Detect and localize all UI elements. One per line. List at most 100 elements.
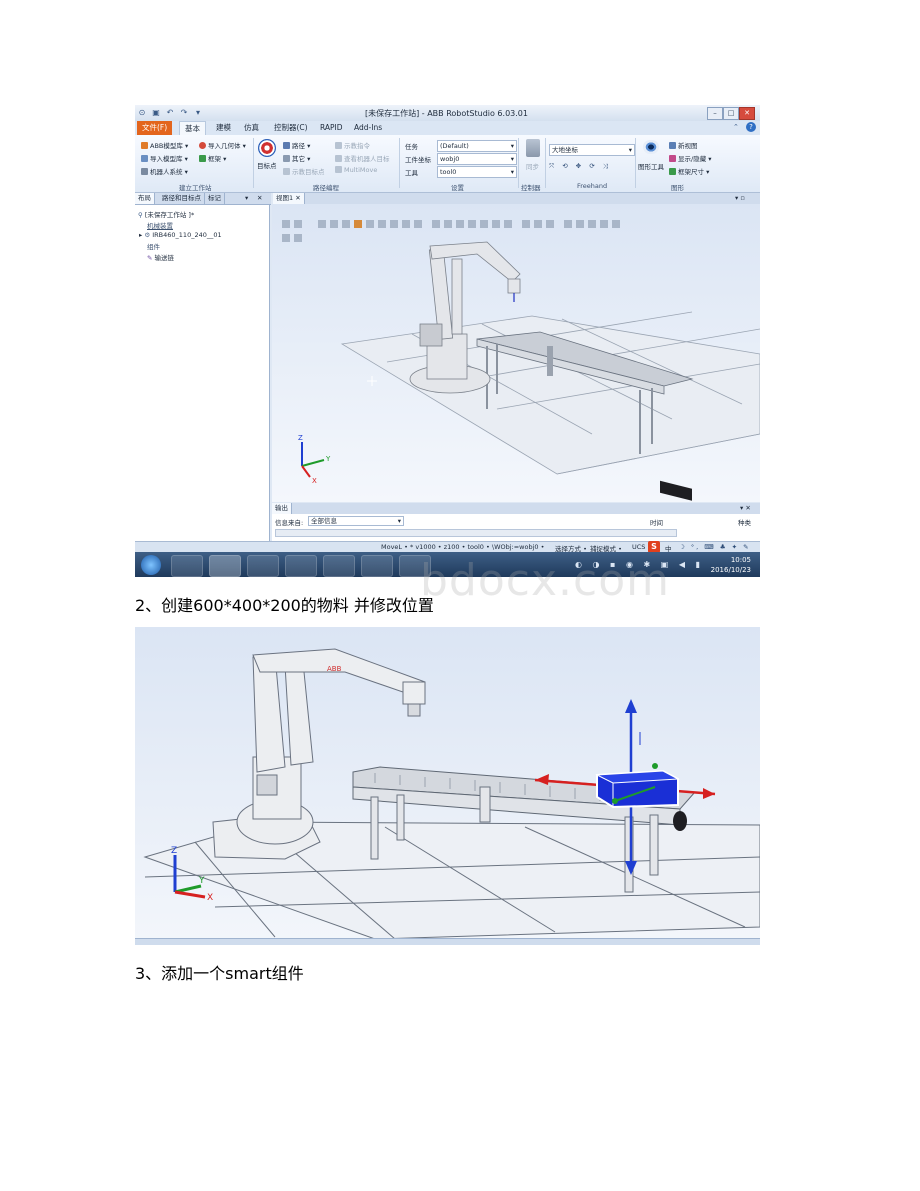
taskbar-explorer[interactable] [209,555,241,577]
graphics-tools-icon[interactable] [643,140,659,154]
abb-logo-text: ABB [327,665,342,673]
new-view-button[interactable]: 新视图 [669,140,698,150]
group-label-build-station: 建立工作站 [179,184,212,192]
tab-output[interactable]: 输出 [272,503,292,514]
tab-rapid[interactable]: RAPID [315,121,348,135]
taskbar-paint[interactable] [323,555,355,577]
horizontal-scrollbar[interactable] [275,529,677,537]
tab-tags[interactable]: 标记 [205,193,225,204]
left-panel-tabs: 布局 路径和目标点 标记 ▾ ✕ [135,193,271,205]
teach-target-button[interactable]: 示教目标点 [283,166,325,176]
tab-view1[interactable]: 视图1 ✕ [273,193,305,204]
show-hide-button[interactable]: 显示/隐藏 ▾ [669,153,712,163]
help-icon[interactable]: ? [746,122,756,132]
tab-paths-targets[interactable]: 路径和目标点 [159,193,205,204]
tree-station[interactable]: ⚲ [未保存工作站 ]* [138,209,194,219]
save-icon[interactable]: ▣ [151,108,161,118]
view-robot-target-button[interactable]: 查看机器人目标 [335,153,390,163]
3d-viewport[interactable]: Z Y X [272,204,760,502]
taskbar-robotstudio[interactable] [247,555,279,577]
ribbon: ABB模型库 ▾ 导入几何体 ▾ 导入模型库 ▾ 框架 ▾ 机器人系统 ▾ 建立… [135,135,760,193]
tab-basic[interactable]: 基本 [179,121,206,136]
panel-menu-icon[interactable]: ▾ [245,194,248,202]
output-menu-icon[interactable]: ▾ ✕ [740,504,751,512]
dropdown-arrow-icon: ▾ [628,146,632,154]
other-icon [283,155,290,162]
axis-x-label: X [312,477,317,485]
group-separator [399,138,400,188]
scene-1: Z Y X [282,220,760,501]
ribbon-tab-bar: 文件(F) 基本 建模 仿真 控制器(C) RAPID Add-Ins ⌃ ? [135,121,760,136]
target-icon[interactable] [258,139,276,157]
caption-step3: 3、添加一个smart组件 [135,964,304,983]
taskbar-app-1[interactable] [171,555,203,577]
freehand-tools[interactable]: ⤧ ⟲ ✥ ⟳ ⤨ [549,162,611,171]
import-geometry-button[interactable]: 导入几何体 ▾ [199,140,246,150]
taskbar-word[interactable] [361,555,393,577]
frame-button[interactable]: 框架 ▾ [199,153,226,163]
status-ucs[interactable]: UCS [632,543,645,551]
robot-system-button[interactable]: 机器人系统 ▾ [141,166,188,176]
tab-simulation[interactable]: 仿真 [239,121,264,135]
customize-icon[interactable]: ▾ [193,108,203,118]
taskbar-clock[interactable]: 10:05 2016/10/23 [701,555,751,575]
task-select[interactable]: (Default) ▾ [437,140,517,152]
sync-icon[interactable] [526,139,540,157]
frame-size-icon [669,168,676,175]
import-library-button[interactable]: 导入模型库 ▾ [141,153,188,163]
status-instruction[interactable]: MoveL • * v1000 • z100 • tool0 • \WObj:=… [381,543,544,551]
group-separator [253,138,254,188]
view-toolbar[interactable] [282,220,620,242]
group-separator [518,138,519,188]
teach-instruction-icon [335,142,342,149]
frame-size-button[interactable]: 框架尺寸 ▾ [669,166,709,176]
minimize-button[interactable]: – [707,107,723,120]
path-button[interactable]: 路径 ▾ [283,140,310,150]
group-label-controller: 控制器 [521,184,541,192]
tab-modeling[interactable]: 建模 [211,121,236,135]
ribbon-minimize-icon[interactable]: ⌃ [733,123,739,131]
teach-instruction-button[interactable]: 示教指令 [335,140,370,150]
other-button[interactable]: 其它 ▾ [283,153,310,163]
graphics-tools-button[interactable]: 图形工具 [638,161,664,171]
axis-y-label: Y [325,455,331,463]
tab-addins[interactable]: Add-Ins [349,121,387,135]
abb-library-button[interactable]: ABB模型库 ▾ [141,140,188,150]
tab-close-icon[interactable]: ✕ [295,194,300,202]
start-button[interactable] [141,555,161,575]
task-label: 任务 [405,143,418,151]
ime-toolbar-icons[interactable]: ☽ °, ⌨ ♣ ✦ ✎ [679,543,751,551]
layout-browser: ⚲ [未保存工作站 ]* 机械装置 ▸ ⚙ IRB460_110_240__01… [135,205,270,541]
viewport-screenshot-2: ABB Z Y X [135,627,760,945]
tab-controller[interactable]: 控制器(C) [269,121,313,135]
multimove-button[interactable]: MultiMove [335,166,377,174]
target-button[interactable]: 目标点 [257,160,277,170]
dropdown-arrow-icon: ▾ [510,142,514,150]
viewport-menu-icon[interactable]: ▾ ▫ [735,194,745,202]
tool-select[interactable]: tool0 ▾ [437,166,517,178]
multimove-icon [335,166,342,173]
reference-frame-select[interactable]: 大地坐标 ▾ [549,144,635,156]
output-filter-select[interactable]: 全部信息 ▾ [308,516,404,526]
wobj-select[interactable]: wobj0 ▾ [437,153,517,165]
tab-file[interactable]: 文件(F) [137,121,173,135]
output-filter-label: 信息来自: [275,519,304,527]
tree-conveyor[interactable]: ✎ 输送链 [147,252,174,262]
close-button[interactable]: ✕ [739,107,755,120]
sync-button[interactable]: 同步 [526,161,539,171]
axes-indicator: Z Y X [298,434,331,485]
panel-close-icon[interactable]: ✕ [257,194,262,202]
caption-step2: 2、创建600*400*200的物料 并修改位置 [135,596,434,615]
maximize-button[interactable]: □ [723,107,739,120]
taskbar-app-4[interactable] [285,555,317,577]
group-label-path-programming: 路径编程 [313,184,339,192]
undo-icon[interactable]: ↶ [165,108,175,118]
tab-layout[interactable]: 布局 [135,193,155,204]
cursor-marker [367,376,377,386]
tree-robot[interactable]: ▸ ⚙ IRB460_110_240__01 [139,231,222,239]
component-icon: ✎ [147,254,155,262]
bottom-strip [135,938,760,945]
group-separator [635,138,636,188]
group-label-graphics: 图形 [671,184,684,192]
redo-icon[interactable]: ↷ [179,108,189,118]
